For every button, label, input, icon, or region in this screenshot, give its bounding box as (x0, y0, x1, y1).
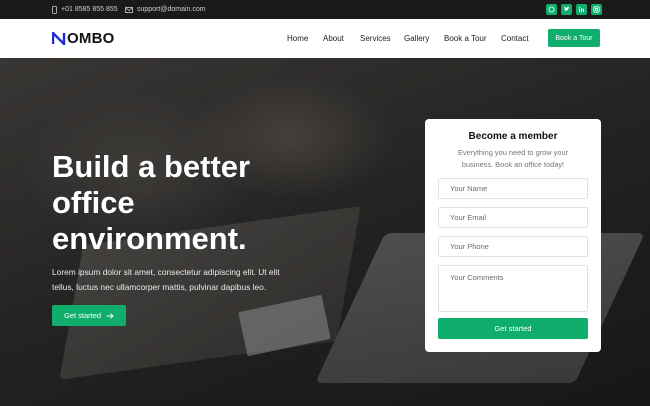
nav-item-contact[interactable]: Contact (501, 34, 529, 43)
arrow-right-icon (106, 312, 114, 319)
phone-number: +01 8585 855 855 (61, 6, 118, 13)
phone-contact[interactable]: +01 8585 855 855 (52, 0, 118, 19)
hero-headline-line: office (52, 185, 135, 220)
hero-section: Build a better office environment. Lorem… (0, 58, 650, 406)
hero-description: Lorem ipsum dolor sit amet, consectetur … (52, 265, 342, 295)
phone-input[interactable] (438, 236, 588, 257)
logo-text: OMBO (67, 30, 115, 47)
name-input[interactable] (438, 178, 588, 199)
main-navbar: OMBO Home About Services Gallery Book a … (0, 19, 650, 58)
phone-icon (52, 5, 57, 14)
hero-headline-line: Build a better (52, 149, 251, 184)
form-submit-button[interactable]: Get started (438, 318, 588, 339)
hero-headline-line: environment. (52, 221, 247, 256)
hero-get-started-label: Get started (63, 311, 102, 320)
nav-item-about[interactable]: About (323, 34, 344, 43)
email-input[interactable] (438, 207, 588, 228)
instagram-icon[interactable] (591, 4, 602, 15)
linkedin-icon[interactable] (576, 4, 587, 15)
hero-description-line: Lorem ipsum dolor sit amet, consectetur … (52, 267, 280, 277)
twitter-icon[interactable] (561, 4, 572, 15)
envelope-icon (125, 6, 133, 13)
form-subtitle: Everything you need to grow your busines… (425, 147, 601, 171)
logo-mark-icon (52, 32, 66, 45)
top-bar: +01 8585 855 855 support@domain.com (0, 0, 650, 19)
form-title: Become a member (468, 131, 558, 142)
form-subtitle-line: Everything you need to grow your (457, 148, 569, 157)
whatsapp-icon[interactable] (546, 4, 557, 15)
comments-textarea[interactable] (438, 265, 588, 312)
nav-item-home[interactable]: Home (287, 34, 308, 43)
email-contact[interactable]: support@domain.com (125, 0, 206, 19)
membership-form-card: Become a member Everything you need to g… (425, 119, 601, 352)
email-address: support@domain.com (137, 6, 206, 13)
nav-item-book-a-tour[interactable]: Book a Tour (444, 34, 487, 43)
hero-headline: Build a better office environment. (52, 149, 372, 257)
book-tour-button[interactable]: Book a Tour (548, 29, 600, 47)
form-subtitle-line: business. Book an office today! (461, 160, 565, 169)
nav-item-services[interactable]: Services (360, 34, 391, 43)
social-links (546, 4, 602, 15)
hero-description-line: tellus, luctus nec ullamcorper mattis, p… (52, 282, 267, 292)
site-logo[interactable]: OMBO (52, 30, 114, 47)
nav-item-gallery[interactable]: Gallery (404, 34, 429, 43)
hero-get-started-button[interactable]: Get started (52, 305, 126, 326)
